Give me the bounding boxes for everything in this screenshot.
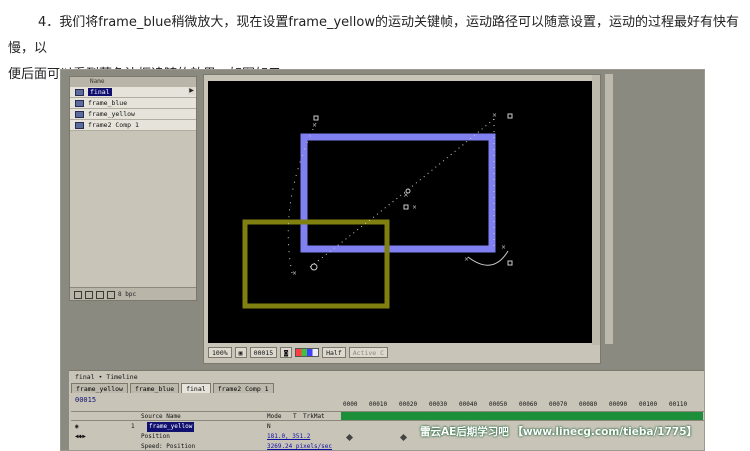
ruler-tick: 00010	[369, 401, 388, 408]
composition-icon	[75, 89, 84, 96]
empty-workspace	[69, 302, 197, 370]
keyframe-marker-icon[interactable]: ×	[292, 270, 297, 277]
bezier-handle-icon[interactable]	[507, 260, 513, 266]
column-trkmat[interactable]: TrkMat	[303, 412, 325, 422]
ruler-tick: 00060	[519, 401, 538, 408]
eye-icon[interactable]: ◉	[75, 422, 79, 432]
keyframe-marker-icon[interactable]: ×	[492, 112, 497, 119]
bezier-handle-icon[interactable]	[313, 115, 319, 121]
bit-depth-label[interactable]: 8 bpc	[118, 291, 136, 298]
composition-canvas: × × × × × × ×	[242, 112, 513, 309]
ruler-tick: 00030	[429, 401, 448, 408]
project-item-frame-yellow[interactable]: frame_yellow	[70, 109, 196, 120]
composition-viewer[interactable]: × × × × × × ×	[208, 81, 600, 343]
frame-yellow-rect[interactable]	[242, 219, 390, 309]
position-value[interactable]: 181.0, 351.2	[267, 432, 310, 442]
column-source-name[interactable]: Source Name	[141, 412, 181, 422]
right-empty-panel	[605, 74, 704, 374]
timeline-title: final • Timeline	[75, 373, 138, 381]
composition-icon	[75, 122, 84, 129]
project-item-frame2-comp[interactable]: frame2 Comp 1	[70, 120, 196, 131]
keyframe-marker-icon[interactable]: ×	[501, 244, 506, 251]
work-area-bar[interactable]	[341, 412, 703, 420]
layer-index: 1	[131, 423, 135, 430]
channel-swatch-icon[interactable]	[295, 347, 320, 357]
camera-dropdown[interactable]: Active C	[348, 346, 389, 358]
tab-frame2-comp[interactable]: frame2 Comp 1	[212, 383, 274, 393]
ae-screenshot: Name final frame_blue frame_yellow frame…	[60, 69, 705, 451]
speed-property-row: Speed: Position 3269.24 pixels/sec	[71, 442, 704, 450]
comp-toolbar: 100% ▣ 00015 ◙ Half Active C	[208, 345, 600, 359]
bezier-handle-icon[interactable]	[507, 113, 513, 119]
tab-final[interactable]: final	[181, 383, 211, 393]
keyframe-marker-icon[interactable]: ×	[464, 256, 469, 263]
current-time-display[interactable]: 00015	[75, 396, 96, 404]
ruler-tick: 00100	[639, 401, 658, 408]
position-label: Position	[141, 433, 170, 440]
tab-frame-yellow[interactable]: frame_yellow	[71, 383, 128, 393]
zoom-dropdown[interactable]: 100%	[208, 346, 232, 358]
keyframe-marker-icon[interactable]: ×	[312, 122, 317, 129]
article-line-1: 4．我们将frame_blue稍微放大，现在设置frame_yellow的运动关…	[8, 15, 739, 56]
composition-window: × × × × × × × 100% ▣ 00015 ◙ Half Active C	[203, 74, 601, 364]
motion-path	[309, 118, 495, 268]
ruler-tick: 00070	[549, 401, 568, 408]
frame-blue-rect[interactable]	[300, 133, 496, 253]
anchor-point-icon[interactable]	[310, 263, 318, 271]
project-name-header: Name	[70, 77, 196, 87]
safe-zones-button[interactable]: ▣	[234, 346, 247, 358]
interpret-footage-icon[interactable]	[74, 290, 82, 299]
composition-icon	[75, 111, 84, 118]
keyframe-icon[interactable]	[399, 433, 408, 442]
bezier-handle-icon[interactable]	[403, 204, 409, 210]
project-item-frame-blue[interactable]: frame_blue	[70, 98, 196, 109]
column-t[interactable]: T	[293, 412, 297, 422]
new-folder-icon[interactable]	[85, 290, 93, 299]
keyframe-nav-icon[interactable]: ◀◆▶	[75, 432, 86, 442]
right-panel-edge	[605, 74, 613, 344]
timecode-display[interactable]: 00015	[249, 346, 278, 358]
keyframe-marker-icon[interactable]: ×	[412, 204, 417, 211]
project-item-final[interactable]: final	[70, 87, 196, 98]
project-footer: 8 bpc	[70, 287, 196, 300]
keyframe-icon[interactable]	[345, 433, 354, 442]
watermark: 雷云AE后期学习吧 【www.linecg.com/tieba/1775】	[420, 426, 698, 438]
timeline-tabs: frame_yellow frame_blue final frame2 Comp 1	[71, 383, 276, 394]
comp-scroll-strip	[592, 75, 600, 345]
composition-icon	[75, 100, 84, 107]
ruler-tick: 00110	[669, 401, 688, 408]
project-empty-area	[71, 133, 189, 287]
resolution-dropdown[interactable]: Half	[322, 346, 346, 358]
layer-name[interactable]: frame_yellow	[147, 422, 195, 432]
layer-mode[interactable]: N	[267, 422, 271, 432]
bezier-handle-path	[467, 250, 509, 266]
speed-value: 3269.24 pixels/sec	[267, 443, 333, 450]
ruler-tick: 00090	[609, 401, 628, 408]
scroll-arrow-icon[interactable]: ▶	[188, 87, 195, 95]
tab-frame-blue[interactable]: frame_blue	[129, 383, 180, 393]
ruler-tick: 00040	[459, 401, 478, 408]
new-comp-icon[interactable]	[96, 290, 104, 299]
trash-icon[interactable]	[107, 290, 115, 299]
timeline-time-bar: 00015 0000 00010 00020 00030 00040 00050…	[71, 395, 704, 409]
snapshot-icon[interactable]: ◙	[280, 346, 293, 358]
speed-label: Speed: Position	[141, 443, 196, 450]
ruler-tick: 00080	[579, 401, 598, 408]
ruler-tick: 0000	[343, 401, 358, 408]
ruler-tick: 00020	[399, 401, 418, 408]
project-panel: Name final frame_blue frame_yellow frame…	[69, 76, 197, 301]
column-mode[interactable]: Mode	[267, 412, 281, 422]
time-ruler[interactable]: 0000 00010 00020 00030 00040 00050 00060…	[343, 401, 703, 409]
ruler-tick: 00050	[489, 401, 508, 408]
